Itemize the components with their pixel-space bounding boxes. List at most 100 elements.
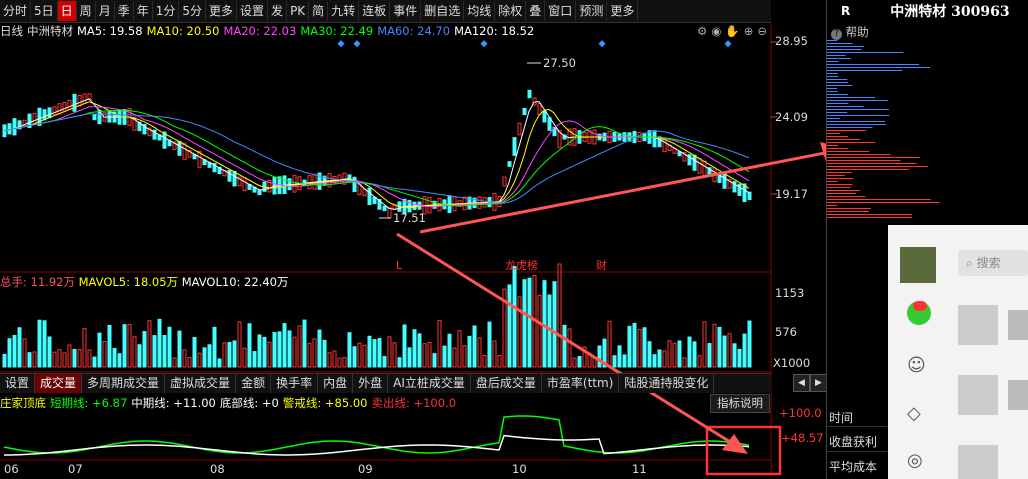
toolbar-item-5[interactable]: 季	[115, 1, 134, 21]
volume-bar	[257, 334, 262, 368]
chat-avatar-1[interactable]	[958, 305, 998, 345]
volume-bar	[402, 324, 407, 368]
volume-bar	[607, 320, 612, 368]
chip-bar	[827, 169, 910, 170]
chat-avatar-3[interactable]	[958, 445, 998, 479]
volume-bar	[497, 355, 502, 368]
toolbar-item-13[interactable]: 简	[309, 1, 329, 21]
period-toolbar: 分时 5日日周月季年 1分 5分 更多 设置发 PK 简九转 连板 事件 删自选 均线 除权叠窗口 预测更…	[0, 0, 771, 23]
toolbar-item-21[interactable]: 窗口	[545, 1, 577, 21]
toolbar-item-19[interactable]: 除权	[495, 1, 527, 21]
tab-11[interactable]: 陆股通持股变化	[619, 374, 715, 393]
tab-8[interactable]: AI立桩成交量	[388, 374, 471, 393]
toolbar-item-7[interactable]: 1分	[153, 1, 180, 21]
date-label-07: 07	[68, 462, 83, 476]
volume-bar	[412, 329, 417, 368]
volume-bar	[317, 329, 322, 368]
toolbar-item-15[interactable]: 连板	[359, 1, 391, 21]
toolbar-item-12[interactable]: PK	[287, 1, 310, 21]
volume-bar	[177, 330, 182, 368]
volume-bar	[187, 357, 192, 368]
toolbar-item-2[interactable]: 日	[57, 1, 77, 21]
moments-icon[interactable]: ◎	[907, 450, 929, 472]
toolbar-item-8[interactable]: 5分	[179, 1, 207, 21]
help-link[interactable]: ? 帮助	[831, 24, 869, 40]
toolbar-item-4[interactable]: 月	[96, 1, 115, 21]
toolbar-item-6[interactable]: 年	[134, 1, 153, 21]
tab-7[interactable]: 外盘	[353, 374, 389, 393]
marker-L[interactable]: L	[396, 259, 403, 272]
candle	[57, 103, 62, 115]
chip-bar	[827, 58, 851, 59]
chip-bar	[827, 43, 853, 44]
toolbar-item-3[interactable]: 周	[77, 1, 96, 21]
chat-avatar-2[interactable]	[958, 375, 998, 415]
tab-1[interactable]: 成交量	[35, 374, 83, 393]
toolbar-item-23[interactable]: 更多	[607, 1, 639, 21]
volume-bar	[262, 336, 267, 368]
ma-line	[3, 109, 750, 207]
cube-icon[interactable]: ◇	[907, 403, 929, 425]
volume-bar	[297, 325, 302, 368]
chip-bar	[827, 172, 852, 173]
volume-bar	[282, 323, 287, 368]
toolbar-item-14[interactable]: 九转	[328, 1, 360, 21]
user-avatar[interactable]	[900, 247, 936, 283]
tab-3[interactable]: 虚拟成交量	[165, 374, 237, 393]
toolbar-item-22[interactable]: 预测	[576, 1, 608, 21]
toolbar-item-11[interactable]: 发	[268, 1, 288, 21]
chip-bar	[827, 205, 838, 206]
toolbar-item-9[interactable]: 更多	[206, 1, 238, 21]
volume-bar	[552, 281, 557, 368]
contacts-icon[interactable]: ☺	[907, 355, 929, 377]
candle	[367, 187, 372, 206]
volume-bar	[342, 357, 347, 368]
tab-0[interactable]: 设置	[0, 374, 36, 393]
volume-bar	[572, 357, 577, 368]
tab-9[interactable]: 盘后成交量	[471, 374, 542, 393]
tab-scroll-left[interactable]: ◀	[793, 374, 810, 392]
volume-bar	[677, 340, 682, 368]
toolbar-item-18[interactable]: 均线	[464, 1, 496, 21]
mavol10-value: MAVOL10: 22.40万	[181, 275, 289, 289]
volume-bar	[577, 355, 582, 368]
indicator-help-button[interactable]: 指标说明	[710, 394, 770, 413]
info-profit-label: 收盘获利	[829, 435, 878, 449]
toolbar-item-17[interactable]: 删自选	[421, 1, 465, 21]
chat-search-input[interactable]: ⌕ 搜索	[958, 250, 1028, 276]
volume-bar	[32, 351, 37, 368]
volume-bar	[492, 340, 497, 368]
chip-bar	[827, 94, 849, 95]
chip-bar	[827, 166, 929, 167]
tab-10[interactable]: 市盈率(ttm)	[542, 374, 620, 393]
volume-bar	[7, 338, 12, 368]
toolbar-item-1[interactable]: 5日	[31, 1, 58, 21]
volume-bar	[742, 333, 747, 368]
indicator-lines	[3, 415, 750, 456]
toolbar-item-16[interactable]: 事件	[390, 1, 422, 21]
tab-scroll-right[interactable]: ▶	[810, 374, 827, 392]
stock-title: 中洲特材 300963	[890, 4, 1010, 20]
volume-bar	[527, 277, 532, 368]
volume-bar	[592, 357, 597, 368]
price-tick-high: 28.95	[775, 34, 808, 48]
volume-bar	[407, 347, 412, 368]
volume-bar	[22, 338, 27, 368]
date-label-06: 06	[4, 462, 19, 476]
candle	[72, 93, 77, 112]
toolbar-item-10[interactable]: 设置	[237, 1, 269, 21]
marker-finance[interactable]: 财	[596, 258, 607, 272]
chip-bar	[827, 49, 862, 50]
volume-bar	[152, 335, 157, 368]
volume-bar	[647, 341, 652, 368]
tab-6[interactable]: 内盘	[318, 374, 354, 393]
volume-bar	[47, 336, 52, 368]
toolbar-item-20[interactable]: 叠	[526, 1, 546, 21]
tab-2[interactable]: 多周期成交量	[82, 374, 166, 393]
marker-longhubang[interactable]: 龙虎榜	[505, 258, 538, 272]
tab-5[interactable]: 换手率	[271, 374, 319, 393]
tab-4[interactable]: 金额	[236, 374, 272, 393]
volume-bar	[147, 320, 152, 368]
volume-bar	[207, 344, 212, 368]
toolbar-item-0[interactable]: 分时	[0, 1, 32, 21]
